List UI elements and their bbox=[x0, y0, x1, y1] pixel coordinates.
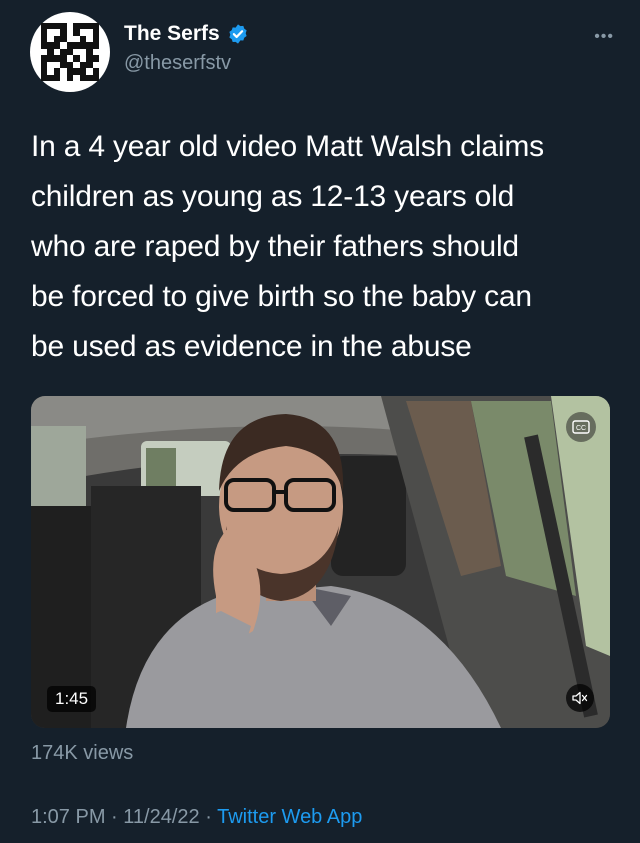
more-options-icon[interactable]: ••• bbox=[594, 28, 614, 46]
qr-code-icon bbox=[41, 23, 99, 81]
video-thumbnail bbox=[31, 396, 610, 728]
verified-badge-icon bbox=[229, 24, 247, 44]
author-name-row: The Serfs bbox=[124, 22, 249, 46]
tweet-metadata: 1:07 PM · 11/24/22 · Twitter Web App bbox=[31, 806, 362, 829]
tweet-line: who are raped by their fathers should bbox=[31, 230, 519, 263]
tweet-line: children as young as 12-13 years old bbox=[31, 180, 515, 213]
tweet-line: be forced to give birth so the baby can bbox=[31, 280, 532, 313]
captions-icon[interactable]: CC bbox=[566, 412, 596, 442]
tweet-text: In a 4 year old video Matt Walsh claims … bbox=[31, 122, 621, 372]
tweet-date[interactable]: 11/24/22 bbox=[123, 806, 199, 828]
tweet-source-link[interactable]: Twitter Web App bbox=[217, 806, 362, 828]
author-handle[interactable]: @theserfstv bbox=[124, 52, 249, 75]
video-duration: 1:45 bbox=[47, 686, 97, 712]
avatar[interactable] bbox=[30, 12, 110, 92]
display-name[interactable]: The Serfs bbox=[124, 22, 220, 46]
tweet-detail: The Serfs @theserfstv ••• In a 4 year ol… bbox=[0, 0, 640, 843]
author-block: The Serfs @theserfstv bbox=[124, 22, 249, 75]
separator: · bbox=[205, 806, 212, 828]
video-player[interactable]: CC 1:45 bbox=[31, 396, 610, 728]
tweet-line: be used as evidence in the abuse bbox=[31, 330, 472, 363]
tweet-line: In a 4 year old video Matt Walsh claims bbox=[31, 130, 544, 163]
view-count: 174K views bbox=[31, 742, 134, 764]
separator: · bbox=[111, 806, 118, 828]
tweet-time[interactable]: 1:07 PM bbox=[31, 806, 105, 828]
svg-text:CC: CC bbox=[576, 425, 586, 432]
volume-muted-icon[interactable] bbox=[566, 684, 594, 712]
